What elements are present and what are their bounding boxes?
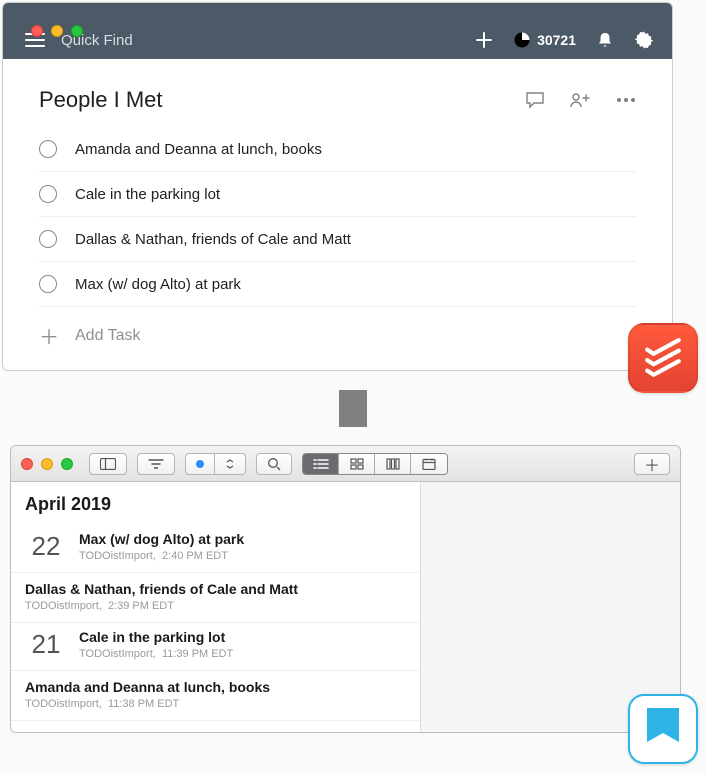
share-icon[interactable] (569, 91, 591, 109)
task-checkbox[interactable] (39, 185, 57, 203)
window-controls (21, 16, 93, 46)
task-label: Amanda and Deanna at lunch, books (75, 141, 322, 158)
entry-title: Max (w/ dog Alto) at park (79, 531, 406, 547)
entry-day: 21 (25, 629, 67, 660)
task-checkbox[interactable] (39, 230, 57, 248)
journal-entry[interactable]: Amanda and Deanna at lunch, books TODOis… (11, 671, 420, 721)
minimize-window-button[interactable] (41, 458, 53, 470)
todoist-topbar: Quick Find 30721 (3, 3, 672, 59)
add-task-icon[interactable] (475, 31, 493, 49)
minimize-window-button[interactable] (51, 25, 63, 37)
zoom-window-button[interactable] (71, 25, 83, 37)
close-window-button[interactable] (21, 458, 33, 470)
close-window-button[interactable] (31, 25, 43, 37)
quick-find-input[interactable]: Quick Find (61, 32, 475, 49)
comments-icon[interactable] (525, 91, 545, 109)
todoist-window: Quick Find 30721 People I Met (2, 2, 673, 371)
zoom-window-button[interactable] (61, 458, 73, 470)
journal-entry[interactable]: 21 Cale in the parking lot TODOistImport… (11, 623, 420, 671)
search-button[interactable] (256, 453, 292, 475)
dayone-app-icon (628, 694, 698, 764)
task-label: Dallas & Nathan, friends of Cale and Mat… (75, 231, 351, 248)
entry-title: Dallas & Nathan, friends of Cale and Mat… (25, 581, 406, 597)
project-title-row: People I Met (39, 87, 636, 113)
todoist-app-icon (628, 323, 698, 393)
entry-day: 22 (25, 531, 67, 562)
task-list: Amanda and Deanna at lunch, books Cale i… (39, 127, 636, 307)
month-header: April 2019 (11, 482, 420, 525)
filter-button[interactable] (137, 453, 175, 475)
journal-dropdown-button[interactable] (215, 453, 246, 475)
entry-meta: TODOistImport, 2:39 PM EDT (25, 600, 406, 612)
add-task-label: Add Task (75, 327, 141, 345)
entry-list-pane: April 2019 22 Max (w/ dog Alto) at park … (11, 482, 421, 732)
todoist-body: People I Met Amanda and Deanna at lunch,… (3, 59, 672, 364)
karma-counter[interactable]: 30721 (513, 31, 576, 49)
task-label: Cale in the parking lot (75, 186, 220, 203)
karma-value: 30721 (537, 32, 576, 48)
add-task-button[interactable]: ＋ Add Task (39, 307, 636, 364)
sidebar-toggle-button[interactable] (89, 453, 127, 475)
entry-meta: TODOistImport, 2:40 PM EDT (79, 550, 406, 562)
new-entry-button[interactable]: ＋ (634, 453, 670, 475)
separator-block (339, 390, 367, 427)
project-actions (525, 91, 636, 109)
journal-color-button[interactable] (185, 453, 215, 475)
view-switcher (302, 453, 448, 475)
entry-meta: TODOistImport, 11:39 PM EDT (79, 648, 406, 660)
karma-icon (513, 31, 531, 49)
grid-view-button[interactable] (339, 454, 375, 474)
list-view-button[interactable] (303, 454, 339, 474)
journal-toolbar: ＋ (11, 446, 680, 482)
journal-picker (185, 453, 246, 475)
task-item[interactable]: Amanda and Deanna at lunch, books (39, 127, 636, 172)
calendar-view-button[interactable] (411, 454, 447, 474)
task-item[interactable]: Dallas & Nathan, friends of Cale and Mat… (39, 217, 636, 262)
task-item[interactable]: Cale in the parking lot (39, 172, 636, 217)
journal-window: ＋ April 2019 22 Max (w/ dog Alto) at par… (10, 445, 681, 733)
plus-icon: ＋ (39, 321, 57, 350)
task-item[interactable]: Max (w/ dog Alto) at park (39, 262, 636, 307)
entry-title: Cale in the parking lot (79, 629, 406, 645)
project-title: People I Met (39, 87, 525, 113)
window-controls (21, 458, 79, 470)
settings-icon[interactable] (634, 30, 654, 50)
task-checkbox[interactable] (39, 140, 57, 158)
column-view-button[interactable] (375, 454, 411, 474)
journal-entry[interactable]: 22 Max (w/ dog Alto) at park TODOistImpo… (11, 525, 420, 573)
entry-meta: TODOistImport, 11:38 PM EDT (25, 698, 406, 710)
topbar-right: 30721 (475, 30, 654, 50)
more-options-icon[interactable] (615, 98, 636, 102)
journal-content: April 2019 22 Max (w/ dog Alto) at park … (11, 482, 680, 732)
task-checkbox[interactable] (39, 275, 57, 293)
entry-title: Amanda and Deanna at lunch, books (25, 679, 406, 695)
journal-entry[interactable]: Dallas & Nathan, friends of Cale and Mat… (11, 573, 420, 623)
notifications-icon[interactable] (596, 31, 614, 49)
task-label: Max (w/ dog Alto) at park (75, 276, 241, 293)
